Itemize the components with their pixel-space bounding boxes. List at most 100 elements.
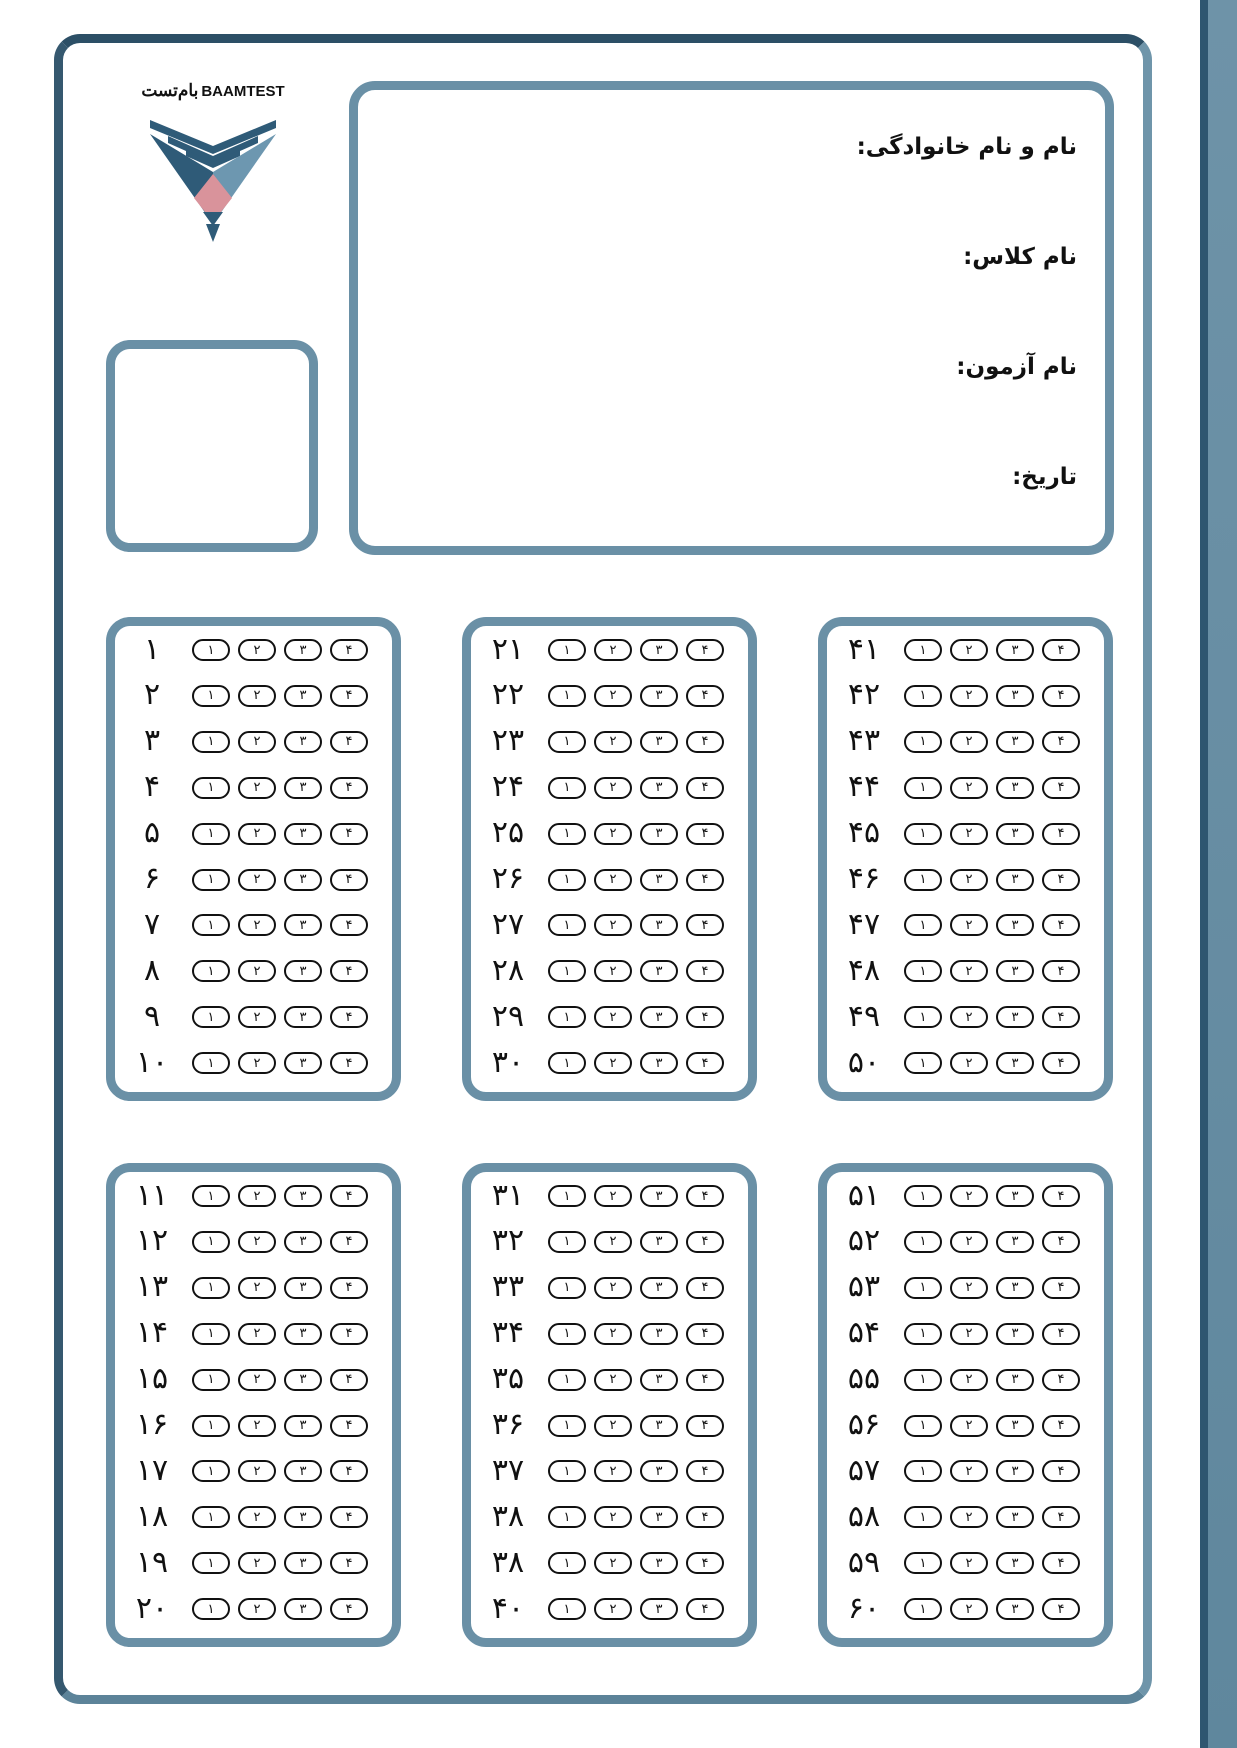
- answer-bubble-2[interactable]: ۲: [594, 1276, 632, 1299]
- answer-bubble-3[interactable]: ۳: [640, 1276, 678, 1299]
- answer-bubble-2[interactable]: ۲: [950, 1322, 988, 1345]
- answer-bubble-4[interactable]: ۴: [330, 914, 368, 937]
- answer-bubble-3[interactable]: ۳: [996, 639, 1034, 661]
- answer-bubble-1[interactable]: ۱: [192, 822, 230, 845]
- answer-bubble-3[interactable]: ۳: [640, 1552, 678, 1575]
- answer-bubble-3[interactable]: ۳: [640, 1230, 678, 1253]
- answer-bubble-4[interactable]: ۴: [1042, 730, 1080, 753]
- answer-bubble-1[interactable]: ۱: [548, 914, 586, 937]
- answer-bubble-4[interactable]: ۴: [330, 1322, 368, 1345]
- answer-bubble-4[interactable]: ۴: [1042, 1506, 1080, 1529]
- answer-bubble-2[interactable]: ۲: [950, 822, 988, 845]
- answer-bubble-3[interactable]: ۳: [640, 639, 678, 661]
- answer-bubble-4[interactable]: ۴: [686, 822, 724, 845]
- answer-bubble-2[interactable]: ۲: [594, 1414, 632, 1437]
- answer-bubble-4[interactable]: ۴: [686, 914, 724, 937]
- answer-bubble-1[interactable]: ۱: [192, 1185, 230, 1207]
- answer-bubble-1[interactable]: ۱: [904, 730, 942, 753]
- answer-bubble-3[interactable]: ۳: [640, 1598, 678, 1621]
- answer-bubble-2[interactable]: ۲: [238, 822, 276, 845]
- answer-bubble-1[interactable]: ۱: [548, 1276, 586, 1299]
- answer-bubble-2[interactable]: ۲: [238, 639, 276, 661]
- answer-bubble-4[interactable]: ۴: [1042, 776, 1080, 799]
- answer-bubble-2[interactable]: ۲: [950, 1276, 988, 1299]
- answer-bubble-2[interactable]: ۲: [594, 868, 632, 891]
- answer-bubble-2[interactable]: ۲: [950, 1414, 988, 1437]
- answer-bubble-1[interactable]: ۱: [904, 1414, 942, 1437]
- answer-bubble-2[interactable]: ۲: [594, 1052, 632, 1075]
- answer-bubble-1[interactable]: ۱: [904, 1368, 942, 1391]
- answer-bubble-2[interactable]: ۲: [238, 684, 276, 707]
- answer-bubble-2[interactable]: ۲: [594, 1552, 632, 1575]
- answer-bubble-4[interactable]: ۴: [686, 776, 724, 799]
- answer-bubble-3[interactable]: ۳: [284, 868, 322, 891]
- answer-bubble-1[interactable]: ۱: [192, 914, 230, 937]
- answer-bubble-3[interactable]: ۳: [640, 1414, 678, 1437]
- answer-bubble-2[interactable]: ۲: [238, 1552, 276, 1575]
- answer-bubble-2[interactable]: ۲: [950, 684, 988, 707]
- answer-bubble-4[interactable]: ۴: [1042, 1414, 1080, 1437]
- answer-bubble-4[interactable]: ۴: [330, 1006, 368, 1029]
- answer-bubble-2[interactable]: ۲: [238, 1006, 276, 1029]
- answer-bubble-4[interactable]: ۴: [1042, 1322, 1080, 1345]
- answer-bubble-3[interactable]: ۳: [284, 960, 322, 983]
- answer-bubble-2[interactable]: ۲: [238, 1598, 276, 1621]
- answer-bubble-4[interactable]: ۴: [1042, 960, 1080, 983]
- answer-bubble-4[interactable]: ۴: [686, 684, 724, 707]
- answer-bubble-2[interactable]: ۲: [594, 1506, 632, 1529]
- answer-bubble-4[interactable]: ۴: [330, 1460, 368, 1483]
- answer-bubble-3[interactable]: ۳: [640, 730, 678, 753]
- answer-bubble-4[interactable]: ۴: [330, 1506, 368, 1529]
- answer-bubble-1[interactable]: ۱: [192, 730, 230, 753]
- answer-bubble-1[interactable]: ۱: [548, 776, 586, 799]
- answer-bubble-1[interactable]: ۱: [192, 1276, 230, 1299]
- answer-bubble-3[interactable]: ۳: [996, 1276, 1034, 1299]
- answer-bubble-3[interactable]: ۳: [640, 1322, 678, 1345]
- answer-bubble-3[interactable]: ۳: [996, 1368, 1034, 1391]
- answer-bubble-1[interactable]: ۱: [548, 639, 586, 661]
- answer-bubble-1[interactable]: ۱: [192, 776, 230, 799]
- answer-bubble-2[interactable]: ۲: [950, 1185, 988, 1207]
- answer-bubble-4[interactable]: ۴: [1042, 1552, 1080, 1575]
- answer-bubble-2[interactable]: ۲: [950, 1506, 988, 1529]
- answer-bubble-2[interactable]: ۲: [594, 1460, 632, 1483]
- answer-bubble-4[interactable]: ۴: [1042, 1598, 1080, 1621]
- answer-bubble-3[interactable]: ۳: [284, 1368, 322, 1391]
- answer-bubble-1[interactable]: ۱: [548, 1006, 586, 1029]
- answer-bubble-4[interactable]: ۴: [1042, 639, 1080, 661]
- answer-bubble-3[interactable]: ۳: [640, 684, 678, 707]
- answer-bubble-3[interactable]: ۳: [996, 914, 1034, 937]
- answer-bubble-3[interactable]: ۳: [284, 1230, 322, 1253]
- answer-bubble-3[interactable]: ۳: [996, 776, 1034, 799]
- answer-bubble-4[interactable]: ۴: [686, 1185, 724, 1207]
- answer-bubble-2[interactable]: ۲: [594, 1185, 632, 1207]
- answer-bubble-4[interactable]: ۴: [686, 960, 724, 983]
- answer-bubble-1[interactable]: ۱: [548, 960, 586, 983]
- answer-bubble-2[interactable]: ۲: [238, 776, 276, 799]
- answer-bubble-1[interactable]: ۱: [904, 1052, 942, 1075]
- answer-bubble-3[interactable]: ۳: [640, 960, 678, 983]
- answer-bubble-3[interactable]: ۳: [640, 822, 678, 845]
- answer-bubble-2[interactable]: ۲: [950, 730, 988, 753]
- answer-bubble-1[interactable]: ۱: [548, 1368, 586, 1391]
- answer-bubble-2[interactable]: ۲: [238, 1276, 276, 1299]
- answer-bubble-2[interactable]: ۲: [238, 1052, 276, 1075]
- answer-bubble-1[interactable]: ۱: [548, 1185, 586, 1207]
- answer-bubble-4[interactable]: ۴: [330, 1414, 368, 1437]
- answer-bubble-2[interactable]: ۲: [238, 730, 276, 753]
- answer-bubble-4[interactable]: ۴: [330, 1368, 368, 1391]
- answer-bubble-1[interactable]: ۱: [548, 822, 586, 845]
- answer-bubble-3[interactable]: ۳: [284, 1552, 322, 1575]
- answer-bubble-3[interactable]: ۳: [996, 960, 1034, 983]
- answer-bubble-1[interactable]: ۱: [904, 1460, 942, 1483]
- answer-bubble-2[interactable]: ۲: [950, 868, 988, 891]
- answer-bubble-2[interactable]: ۲: [238, 1230, 276, 1253]
- answer-bubble-2[interactable]: ۲: [594, 1006, 632, 1029]
- answer-bubble-1[interactable]: ۱: [192, 1230, 230, 1253]
- answer-bubble-4[interactable]: ۴: [1042, 1185, 1080, 1207]
- answer-bubble-3[interactable]: ۳: [284, 1006, 322, 1029]
- answer-bubble-3[interactable]: ۳: [284, 1322, 322, 1345]
- answer-bubble-1[interactable]: ۱: [192, 1598, 230, 1621]
- answer-bubble-4[interactable]: ۴: [330, 1598, 368, 1621]
- answer-bubble-3[interactable]: ۳: [284, 1598, 322, 1621]
